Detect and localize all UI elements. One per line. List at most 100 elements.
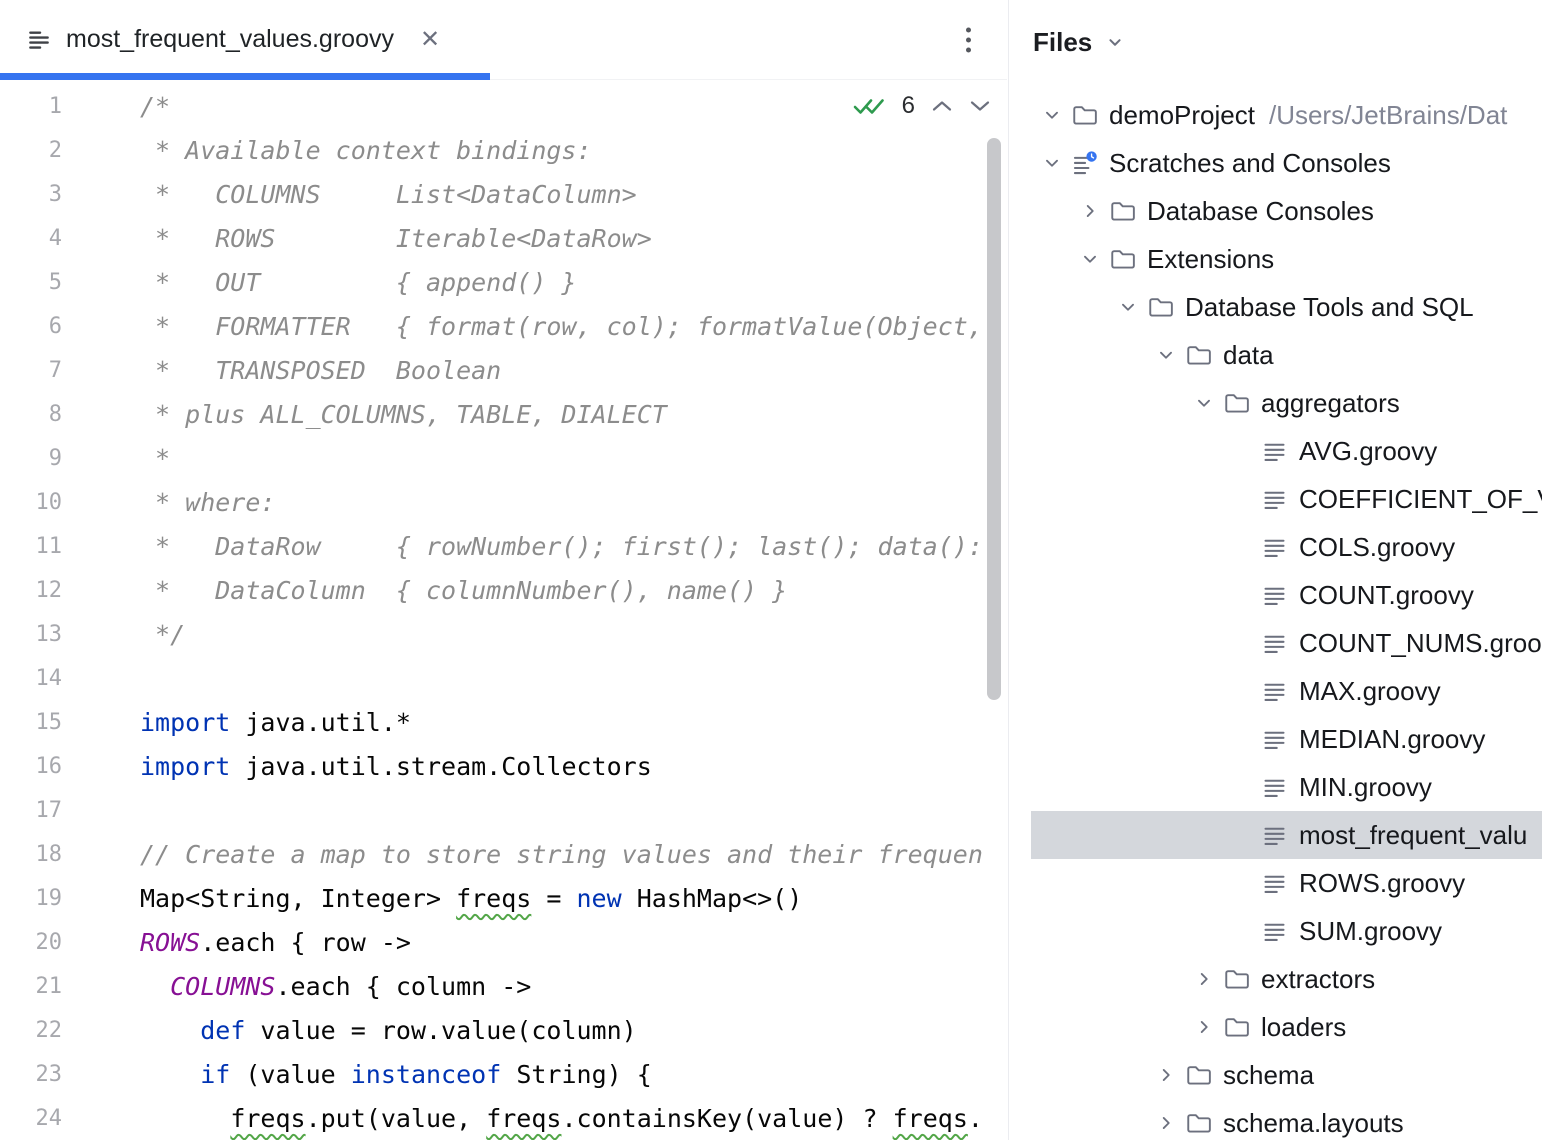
tree-item-most-frequent-valu[interactable]: most_frequent_valu [1031,811,1542,859]
code-line: 8 * plus ALL_COLUMNS, TABLE, DIALECT [0,392,1007,436]
code-lines: 1/*2 * Available context bindings:3 * CO… [0,84,1007,1140]
code-line: 18// Create a map to store string values… [0,832,1007,876]
chevron-down-icon[interactable] [1079,248,1109,270]
code-line: 22 def value = row.value(column) [0,1008,1007,1052]
tree-item-median-groovy[interactable]: MEDIAN.groovy [1031,715,1542,763]
inspections-ok-icon[interactable] [852,94,886,118]
code-line-text: * ROWS Iterable<DataRow> [62,224,652,253]
files-panel: Files demoProject/Users/JetBrains/DatScr… [1008,0,1542,1140]
tree-item-label: loaders [1261,1012,1346,1043]
tree-item-label: COUNT_NUMS.groo [1299,628,1542,659]
chevron-down-icon[interactable] [1041,104,1071,126]
tree-item-loaders[interactable]: loaders [1031,1003,1542,1051]
tree-item-data[interactable]: data [1031,331,1542,379]
chevron-down-icon[interactable] [1155,344,1185,366]
code-line: 11 * DataRow { rowNumber(); first(); las… [0,524,1007,568]
code-line-text: * TRANSPOSED Boolean [62,356,501,385]
tab-bar: most_frequent_values.groovy ✕ [0,0,1007,80]
line-number: 8 [0,402,62,427]
scratches-icon [1071,150,1101,177]
chevron-right-icon[interactable] [1193,968,1223,990]
tree-item-label: Database Consoles [1147,196,1374,227]
tree-item-extensions[interactable]: Extensions [1031,235,1542,283]
tree-item-label: data [1223,340,1274,371]
chevron-down-icon[interactable] [1104,31,1126,53]
line-number: 2 [0,138,62,163]
tab-title: most_frequent_values.groovy [66,25,394,54]
folder-icon [1223,1014,1253,1041]
line-number: 5 [0,270,62,295]
file-icon [1261,726,1291,753]
code-line-text: if (value instanceof String) { [62,1060,652,1089]
tree-item-database-tools-and-sql[interactable]: Database Tools and SQL [1031,283,1542,331]
code-line: 23 if (value instanceof String) { [0,1052,1007,1096]
chevron-down-icon[interactable] [1193,392,1223,414]
tree-item-label: extractors [1261,964,1375,995]
next-problem-icon[interactable] [969,99,991,113]
line-number: 19 [0,886,62,911]
chevron-down-icon[interactable] [1041,152,1071,174]
line-number: 7 [0,358,62,383]
line-number: 16 [0,754,62,779]
code-editor[interactable]: 1/*2 * Available context bindings:3 * CO… [0,80,1007,1140]
chevron-right-icon[interactable] [1155,1064,1185,1086]
tree-item-aggregators[interactable]: aggregators [1031,379,1542,427]
tree-item-max-groovy[interactable]: MAX.groovy [1031,667,1542,715]
folder-icon [1185,1062,1215,1089]
tree-item-demoproject[interactable]: demoProject/Users/JetBrains/Dat [1031,91,1542,139]
line-number: 18 [0,842,62,867]
line-number: 20 [0,930,62,955]
file-icon [1261,486,1291,513]
tree-item-extractors[interactable]: extractors [1031,955,1542,1003]
tree-item-sum-groovy[interactable]: SUM.groovy [1031,907,1542,955]
folder-icon [1071,102,1101,129]
line-number: 23 [0,1062,62,1087]
tab-most-frequent-values[interactable]: most_frequent_values.groovy ✕ [0,0,490,79]
tree-item-label: MEDIAN.groovy [1299,724,1485,755]
code-line-text: * DataRow { rowNumber(); first(); last()… [62,532,983,561]
chevron-right-icon[interactable] [1079,200,1109,222]
editor-scrollbar[interactable] [987,138,1001,700]
folder-icon [1109,198,1139,225]
line-number: 6 [0,314,62,339]
tree-item-database-consoles[interactable]: Database Consoles [1031,187,1542,235]
chevron-down-icon[interactable] [1117,296,1147,318]
tree-item-schema[interactable]: schema [1031,1051,1542,1099]
folder-icon [1185,342,1215,369]
prev-problem-icon[interactable] [931,99,953,113]
code-line-text: freqs.put(value, freqs.containsKey(value… [62,1104,983,1133]
more-options-icon[interactable] [960,21,977,58]
inspections-count: 6 [902,92,915,120]
code-line: 14 [0,656,1007,700]
tree-item-min-groovy[interactable]: MIN.groovy [1031,763,1542,811]
tree-item-scratches-and-consoles[interactable]: Scratches and Consoles [1031,139,1542,187]
tree-item-rows-groovy[interactable]: ROWS.groovy [1031,859,1542,907]
tree-item-schema-layouts[interactable]: schema.layouts [1031,1099,1542,1140]
tree-item-coefficient-of-v[interactable]: COEFFICIENT_OF_V [1031,475,1542,523]
tree-item-avg-groovy[interactable]: AVG.groovy [1031,427,1542,475]
folder-icon [1147,294,1177,321]
line-number: 4 [0,226,62,251]
groovy-file-icon [26,27,52,53]
files-panel-header[interactable]: Files [1009,0,1542,84]
close-icon[interactable]: ✕ [420,28,440,52]
chevron-right-icon[interactable] [1193,1016,1223,1038]
tree-item-cols-groovy[interactable]: COLS.groovy [1031,523,1542,571]
line-number: 24 [0,1106,62,1131]
files-panel-title: Files [1033,27,1092,58]
tree-item-count-groovy[interactable]: COUNT.groovy [1031,571,1542,619]
inspections-widget: 6 [852,92,991,120]
file-tree: demoProject/Users/JetBrains/DatScratches… [1009,91,1542,1140]
chevron-right-icon[interactable] [1155,1112,1185,1134]
line-number: 21 [0,974,62,999]
code-line: 19Map<String, Integer> freqs = new HashM… [0,876,1007,920]
code-line-text: Map<String, Integer> freqs = new HashMap… [62,884,802,913]
folder-icon [1223,966,1253,993]
code-line-text: * FORMATTER { format(row, col); formatVa… [62,312,983,341]
file-icon [1261,774,1291,801]
line-number: 10 [0,490,62,515]
tree-item-count-nums-groo[interactable]: COUNT_NUMS.groo [1031,619,1542,667]
code-line: 16import java.util.stream.Collectors [0,744,1007,788]
code-line: 5 * OUT { append() } [0,260,1007,304]
code-line: 10 * where: [0,480,1007,524]
